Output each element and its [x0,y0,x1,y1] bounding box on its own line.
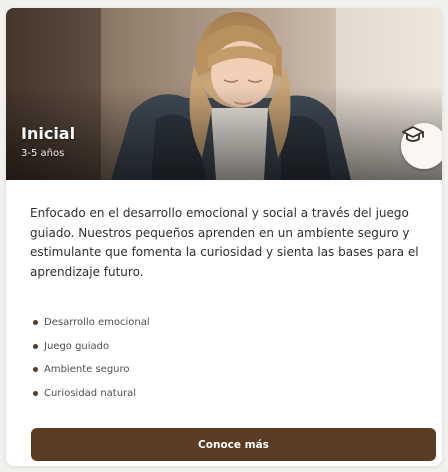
bullet-icon [33,390,38,396]
learn-more-button[interactable]: Conoce más [31,428,436,461]
level-card: Inicial 3-5 años Enfocado en el desarrol… [6,8,442,466]
child-studying-photo [6,8,442,180]
level-description: Enfocado en el desarrollo emocional y so… [30,206,419,279]
bullet-icon [33,367,38,372]
feature-label: Juego guiado [44,340,110,352]
feature-item: Juego guiado [30,337,150,361]
feature-label: Ambiente seguro [44,364,130,375]
hero-image: Inicial 3-5 años [6,8,442,180]
level-title: Inicial [21,124,76,143]
feature-label: Curiosidad natural [44,387,137,399]
feature-item: Curiosidad natural [30,384,150,408]
feature-list: Desarrollo emocional Juego guiado Ambien… [30,313,150,407]
feature-label: Desarrollo emocional [44,317,150,328]
age-range: 3-5 años [21,148,65,159]
level-badge [401,123,442,169]
bullet-icon [33,343,38,349]
feature-item: Ambiente seguro [30,360,150,384]
feature-item: Desarrollo emocional [30,313,150,337]
bullet-icon [33,320,38,325]
